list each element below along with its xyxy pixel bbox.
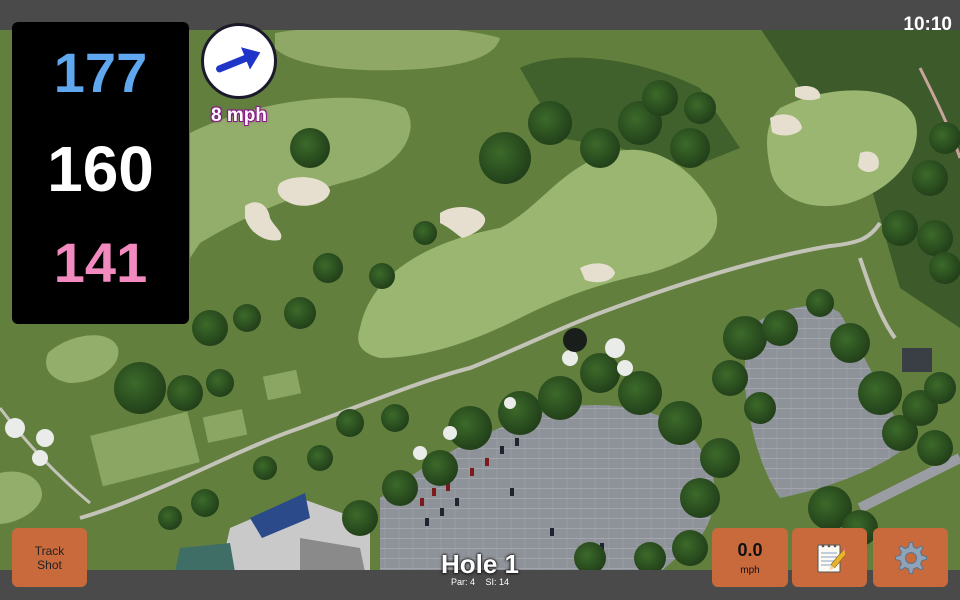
speed-button[interactable]: 0.0 mph [712, 528, 788, 587]
clock: 10:10 [903, 14, 952, 35]
track-shot-button[interactable]: Track Shot [12, 528, 87, 587]
gear-icon [894, 541, 927, 574]
wind-speed: 8 mph [211, 105, 267, 126]
wind-direction-arrow-icon [216, 47, 261, 73]
hole-par: Par: 4 [450, 577, 475, 587]
distance-back: 177 [53, 41, 148, 104]
distance-front: 141 [53, 231, 148, 294]
golf-gps-app: 10:10 177 160 141 8 mph Track Shot 0.0 m… [0, 0, 960, 600]
track-shot-label-line2: Shot [37, 557, 62, 572]
distance-middle: 160 [47, 133, 154, 205]
notes-button[interactable] [792, 528, 867, 587]
distance-panel: 177 160 141 [12, 22, 189, 324]
track-shot-label-line1: Track [34, 543, 65, 558]
wind-indicator[interactable] [201, 23, 277, 99]
hole-title: Hole 1 [440, 549, 520, 579]
speed-value: 0.0 [737, 539, 763, 560]
hole-stroke-index: SI: 14 [485, 577, 510, 587]
speed-unit: mph [740, 564, 760, 576]
hole-meta: Par: 4 SI: 14 [400, 577, 560, 587]
notepad-icon [817, 544, 845, 572]
settings-button[interactable] [873, 528, 948, 587]
